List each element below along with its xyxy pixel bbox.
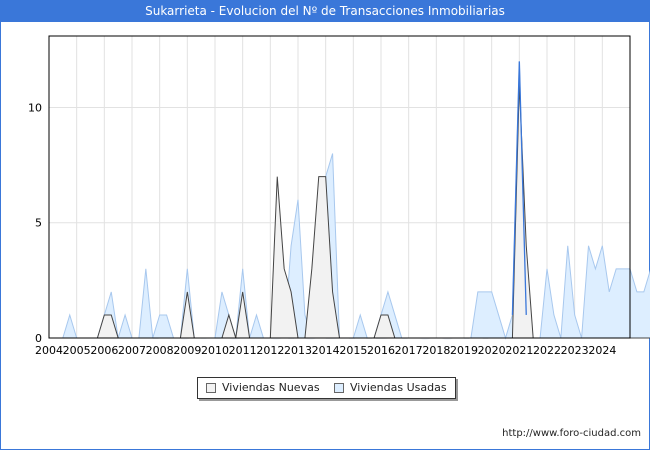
x-tick-label: 2011 <box>229 344 257 357</box>
x-tick-label: 2010 <box>201 344 229 357</box>
x-tick-label: 2016 <box>367 344 395 357</box>
x-tick-label: 2018 <box>422 344 450 357</box>
x-tick-label: 2024 <box>588 344 616 357</box>
legend-swatch-usadas <box>334 383 344 393</box>
plot-background <box>49 36 630 338</box>
footer-url: http://www.foro-ciudad.com <box>502 428 641 439</box>
legend-label-usadas: Viviendas Usadas <box>350 381 447 394</box>
x-tick-label: 2012 <box>256 344 284 357</box>
x-tick-label: 2007 <box>118 344 146 357</box>
legend-label-nuevas: Viviendas Nuevas <box>222 381 320 394</box>
x-tick-label: 2017 <box>395 344 423 357</box>
x-tick-label: 2022 <box>533 344 561 357</box>
x-tick-label: 2021 <box>505 344 533 357</box>
legend: Viviendas Nuevas Viviendas Usadas <box>197 377 456 399</box>
x-tick-label: 2020 <box>478 344 506 357</box>
x-tick-label: 2014 <box>312 344 340 357</box>
x-tick-label: 2015 <box>339 344 367 357</box>
y-tick-label: 5 <box>35 217 42 230</box>
x-tick-label: 2019 <box>450 344 478 357</box>
legend-swatch-nuevas <box>206 383 216 393</box>
x-tick-label: 2008 <box>146 344 174 357</box>
x-tick-label: 2013 <box>284 344 312 357</box>
y-tick-label: 10 <box>28 101 42 114</box>
x-tick-label: 2006 <box>90 344 118 357</box>
x-tick-label: 2023 <box>561 344 589 357</box>
x-tick-label: 2009 <box>173 344 201 357</box>
x-tick-label: 2004 <box>35 344 63 357</box>
x-tick-label: 2005 <box>63 344 91 357</box>
grid-layer <box>48 36 631 339</box>
